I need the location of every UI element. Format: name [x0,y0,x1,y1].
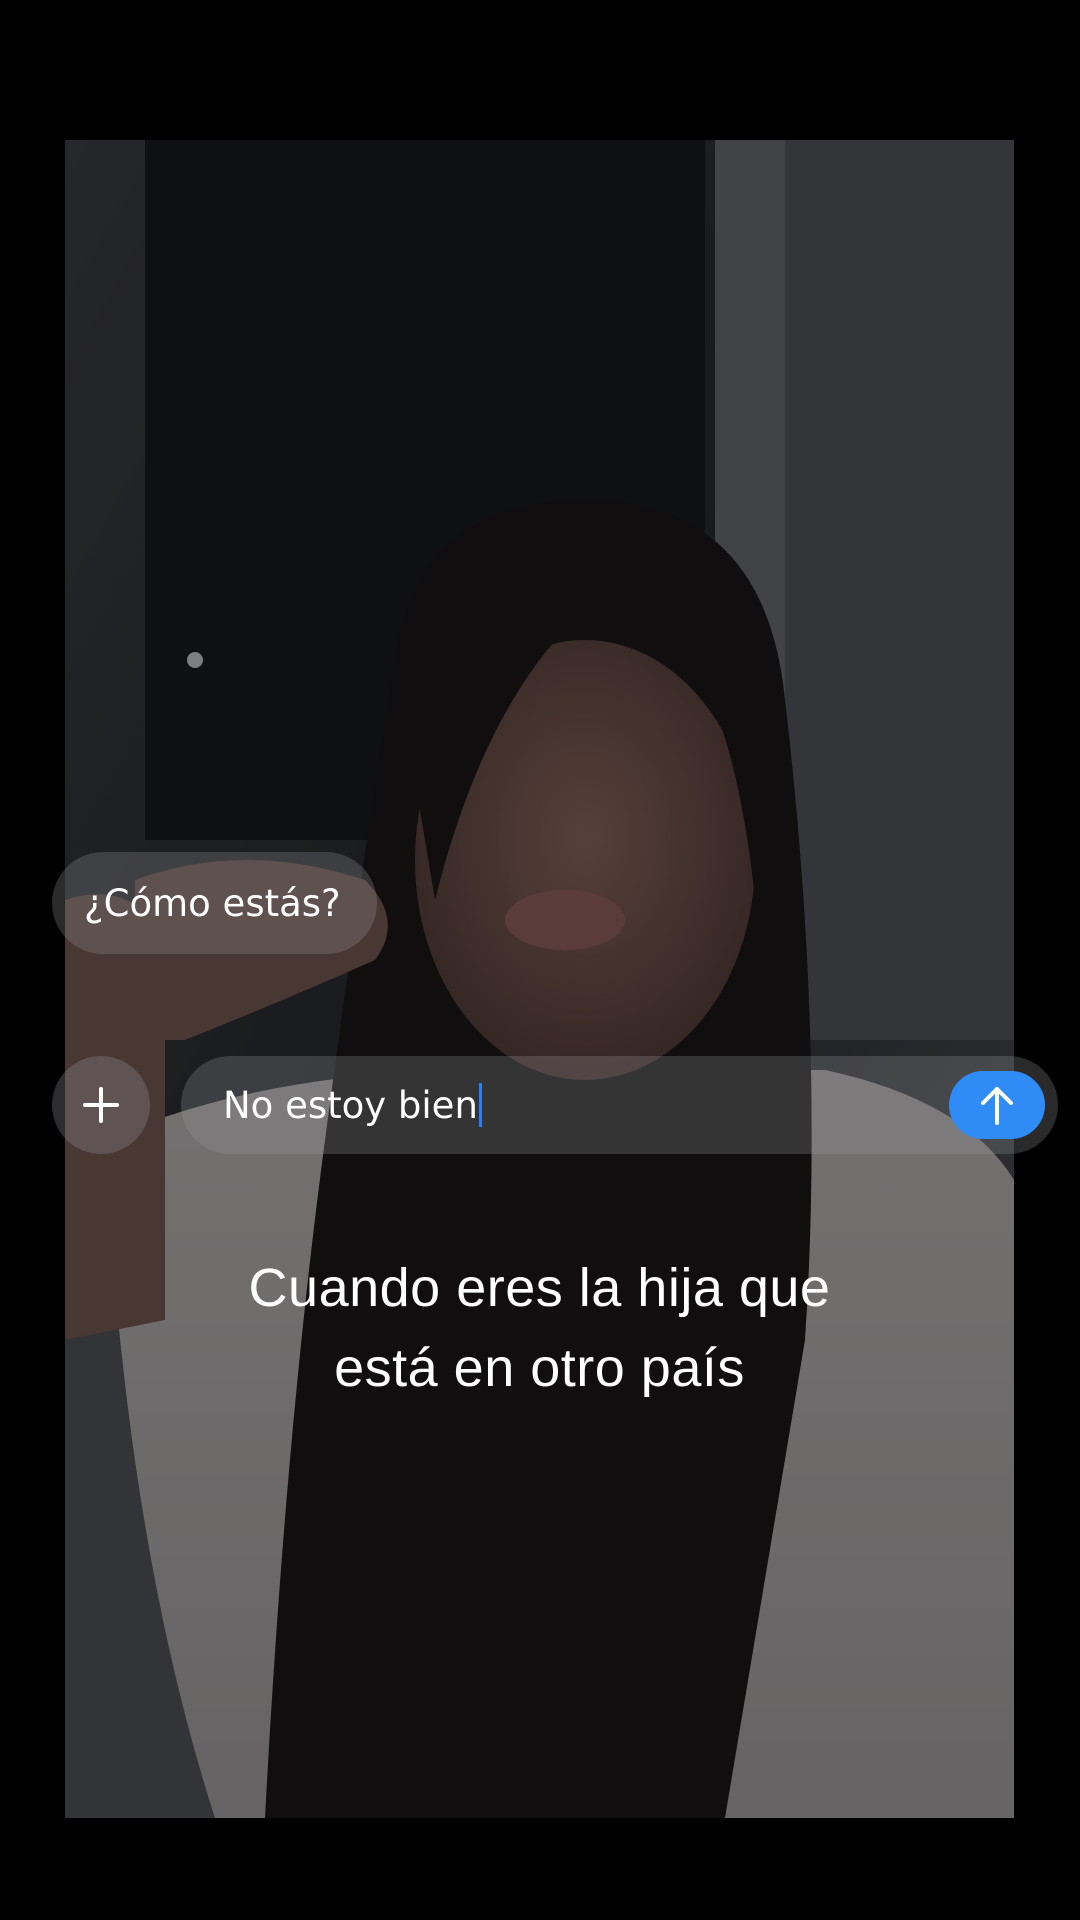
caption-line-2: está en otro país [334,1338,745,1398]
video-frame: Cuando eres la hija que está en otro paí… [65,140,1014,1818]
text-caret [478,1083,482,1127]
plus-icon [83,1087,119,1123]
received-message-bubble: ¿Cómo estás? [52,852,377,954]
selfie-photo [65,140,1014,1818]
message-input-text: No estoy bien [223,1083,478,1127]
arrow-up-icon [981,1087,1013,1125]
caption: Cuando eres la hija que está en otro paí… [65,1248,1014,1408]
received-message-text: ¿Cómo estás? [84,881,341,925]
caption-line-1: Cuando eres la hija que [248,1258,831,1318]
message-input[interactable]: No estoy bien [181,1056,1058,1154]
add-attachment-button[interactable] [52,1056,150,1154]
send-button[interactable] [949,1071,1045,1139]
